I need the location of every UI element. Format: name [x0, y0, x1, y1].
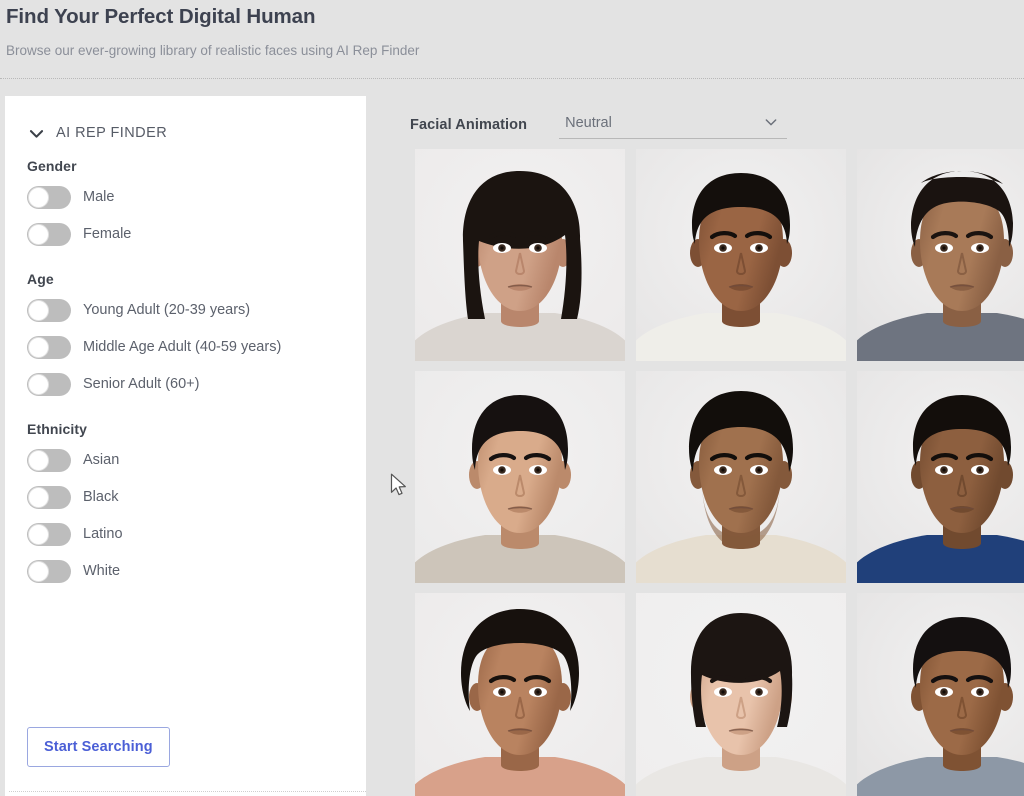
filter-group-ethnicity: Ethnicity Asian Black Latino White	[27, 421, 357, 594]
face-card[interactable]	[415, 149, 625, 361]
toggle-label-asian: Asian	[83, 452, 119, 468]
face-portrait	[415, 371, 625, 583]
face-portrait	[857, 149, 1024, 361]
toggle-switch-female[interactable]	[27, 223, 71, 246]
face-portrait	[415, 149, 625, 361]
toggle-switch-black[interactable]	[27, 486, 71, 509]
chevron-down-icon	[763, 114, 779, 130]
toggle-knob	[28, 487, 49, 508]
toggle-knob	[28, 374, 49, 395]
ai-rep-finder-section-header[interactable]: AI REP FINDER	[5, 116, 366, 150]
section-divider	[9, 791, 366, 792]
toggle-label-young-adult: Young Adult (20-39 years)	[83, 302, 250, 318]
toggle-label-female: Female	[83, 226, 131, 242]
face-portrait	[636, 593, 846, 796]
toggle-switch-senior-adult[interactable]	[27, 373, 71, 396]
toggle-knob	[28, 524, 49, 545]
face-card[interactable]	[636, 149, 846, 361]
toggle-label-male: Male	[83, 189, 114, 205]
page-subtitle: Browse our ever-growing library of reali…	[6, 43, 419, 58]
face-card[interactable]	[857, 593, 1024, 796]
toggle-row-black[interactable]: Black	[27, 483, 357, 511]
toggle-label-latino: Latino	[83, 526, 123, 542]
face-card[interactable]	[415, 371, 625, 583]
face-results-grid	[415, 149, 1024, 796]
facial-animation-selected-value: Neutral	[559, 115, 612, 131]
toggle-row-senior-adult[interactable]: Senior Adult (60+)	[27, 370, 357, 398]
facial-animation-label: Facial Animation	[410, 117, 527, 139]
toggle-switch-young-adult[interactable]	[27, 299, 71, 322]
face-portrait	[636, 371, 846, 583]
toggle-label-black: Black	[83, 489, 118, 505]
toggle-row-young-adult[interactable]: Young Adult (20-39 years)	[27, 296, 357, 324]
toggle-row-female[interactable]: Female	[27, 220, 357, 248]
application-root: Find Your Perfect Digital Human Browse o…	[0, 0, 1024, 796]
group-title-age: Age	[27, 271, 357, 287]
filter-group-gender: Gender Male Female	[27, 158, 357, 257]
toggle-row-latino[interactable]: Latino	[27, 520, 357, 548]
toggle-row-male[interactable]: Male	[27, 183, 357, 211]
face-card[interactable]	[636, 593, 846, 796]
toggle-knob	[28, 450, 49, 471]
ai-rep-finder-label: AI REP FINDER	[56, 125, 167, 141]
toggle-switch-asian[interactable]	[27, 449, 71, 472]
toggle-knob	[28, 337, 49, 358]
page-header: Find Your Perfect Digital Human Browse o…	[0, 0, 1024, 79]
face-portrait	[857, 593, 1024, 796]
toggle-label-senior-adult: Senior Adult (60+)	[83, 376, 199, 392]
toggle-switch-middle-age-adult[interactable]	[27, 336, 71, 359]
toggle-row-white[interactable]: White	[27, 557, 357, 585]
group-title-gender: Gender	[27, 158, 357, 174]
face-portrait	[857, 371, 1024, 583]
filter-sidebar: AI REP FINDER Gender Male Female Age	[5, 96, 366, 796]
face-portrait	[636, 149, 846, 361]
filter-group-age: Age Young Adult (20-39 years) Middle Age…	[27, 271, 357, 407]
facial-animation-bar: Facial Animation Neutral	[410, 107, 787, 139]
group-title-ethnicity: Ethnicity	[27, 421, 357, 437]
toggle-row-asian[interactable]: Asian	[27, 446, 357, 474]
face-card[interactable]	[636, 371, 846, 583]
toggle-switch-white[interactable]	[27, 560, 71, 583]
facial-animation-select[interactable]: Neutral	[559, 107, 787, 139]
start-searching-button[interactable]: Start Searching	[27, 727, 170, 767]
toggle-knob	[28, 224, 49, 245]
toggle-knob	[28, 187, 49, 208]
main-content: Facial Animation Neutral	[366, 79, 1024, 796]
toggle-label-white: White	[83, 563, 120, 579]
page-title: Find Your Perfect Digital Human	[6, 5, 315, 29]
toggle-switch-latino[interactable]	[27, 523, 71, 546]
face-card[interactable]	[415, 593, 625, 796]
toggle-knob	[28, 561, 49, 582]
face-card[interactable]	[857, 371, 1024, 583]
toggle-knob	[28, 300, 49, 321]
toggle-row-middle-age-adult[interactable]: Middle Age Adult (40-59 years)	[27, 333, 357, 361]
toggle-label-middle-age-adult: Middle Age Adult (40-59 years)	[83, 339, 281, 355]
face-portrait	[415, 593, 625, 796]
face-card[interactable]	[857, 149, 1024, 361]
toggle-switch-male[interactable]	[27, 186, 71, 209]
chevron-down-icon	[27, 124, 46, 143]
